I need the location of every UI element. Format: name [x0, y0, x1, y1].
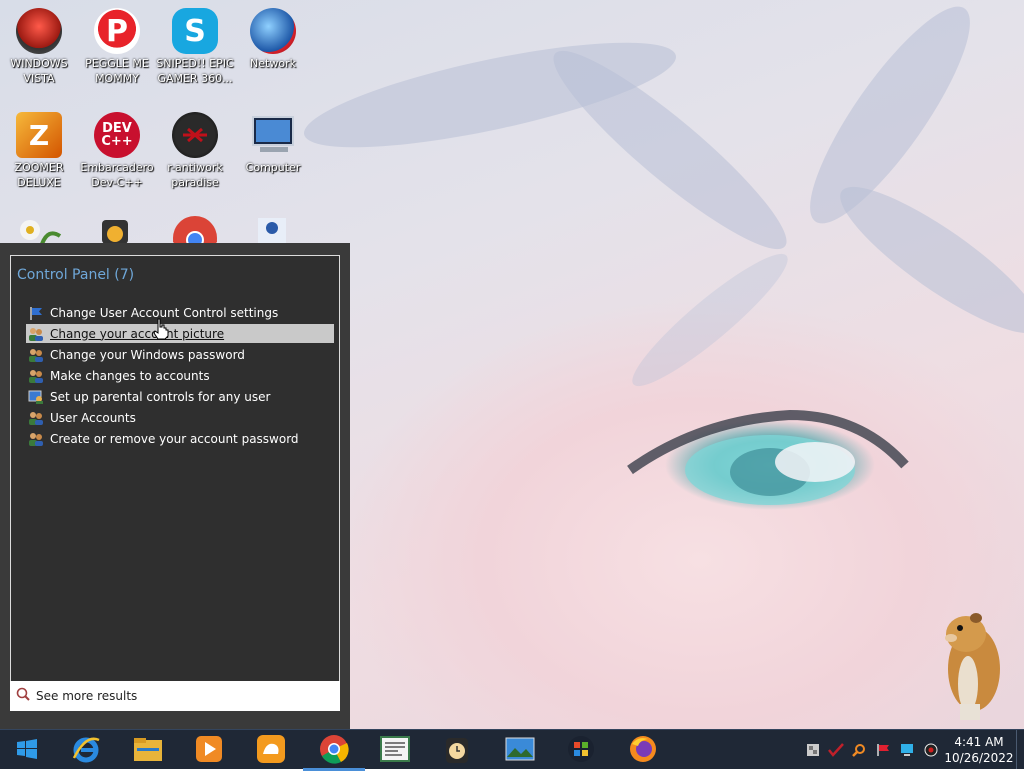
result-set-up-parental-controls[interactable]: Set up parental controls for any user	[26, 387, 334, 406]
firefox-icon	[628, 734, 658, 767]
taskbar-clock-app[interactable]	[440, 734, 474, 766]
flower-icon[interactable]	[14, 214, 64, 245]
media-player-icon	[195, 735, 223, 766]
see-more-results-link[interactable]: See more results	[10, 681, 340, 711]
result-label: Change your account picture	[50, 326, 225, 341]
clock-time: 4:41 AM	[954, 735, 1004, 749]
taskbar-internet-explorer[interactable]	[69, 734, 103, 766]
chrome-desktop-icon[interactable]	[170, 212, 220, 260]
parental-controls-icon	[28, 390, 44, 404]
user-shortcut-icon[interactable]	[252, 214, 292, 244]
result-label: Make changes to accounts	[50, 368, 210, 383]
users-icon	[28, 432, 44, 446]
desktop-icon-label: Network	[250, 57, 296, 70]
users-icon	[28, 327, 44, 341]
result-change-uac-settings[interactable]: Change User Account Control settings	[26, 303, 334, 322]
control-panel-group-header[interactable]: Control Panel (7)	[17, 267, 134, 283]
desktop-icon-devcpp[interactable]: DEV C++ Embarcadero Dev-C++	[78, 112, 156, 190]
desktop-icon-zoomer[interactable]: Z ZOOMER DELUXE	[0, 112, 78, 190]
see-more-label: See more results	[36, 689, 138, 703]
stopwatch-icon[interactable]	[98, 214, 134, 244]
clock-date: 10/26/2022	[944, 751, 1014, 765]
result-create-remove-account-password[interactable]: Create or remove your account password	[26, 429, 334, 448]
users-icon	[28, 411, 44, 425]
desktop-icon-sniped[interactable]: S SNIPED!! EPIC GAMER 360...	[156, 8, 234, 86]
vista-orb-icon	[16, 8, 62, 54]
result-make-changes-to-accounts[interactable]: Make changes to accounts	[26, 366, 334, 385]
desktop-icon-label: Computer	[245, 161, 301, 174]
tray-volume-icon[interactable]	[924, 743, 938, 757]
taskbar-firefox[interactable]	[626, 734, 660, 766]
network-globe-icon	[250, 8, 296, 54]
tray-checkmark-icon[interactable]	[828, 743, 844, 757]
taskbar: 4:41 AM 10/26/2022	[0, 729, 1024, 771]
result-label: User Accounts	[50, 410, 136, 425]
taskbar-document-viewer[interactable]	[378, 734, 412, 766]
desktop-icon-label: PEGGLE ME MOMMY	[85, 57, 149, 85]
result-change-account-picture[interactable]: Change your account picture	[26, 324, 334, 343]
taskbar-media-player[interactable]	[192, 734, 226, 766]
document-icon	[380, 735, 410, 765]
uac-flag-icon	[28, 306, 44, 320]
desktop-icon-label: Embarcadero Dev-C++	[80, 161, 154, 189]
tray-search-icon[interactable]	[852, 743, 866, 757]
zoomer-icon: Z	[16, 112, 62, 158]
clock-app-icon	[445, 734, 469, 767]
result-change-windows-password[interactable]: Change your Windows password	[26, 345, 334, 364]
chrome-icon	[319, 734, 349, 767]
taskbar-uc-browser[interactable]	[254, 734, 288, 766]
uc-browser-icon	[256, 734, 286, 767]
result-label: Change your Windows password	[50, 347, 245, 362]
search-results-list: Control Panel (7) Change User Account Co…	[10, 255, 340, 682]
start-button[interactable]	[10, 734, 44, 766]
photo-icon	[505, 737, 535, 764]
result-user-accounts[interactable]: User Accounts	[26, 408, 334, 427]
taskbar-windows-orb-app[interactable]	[564, 734, 598, 766]
desktop-icon-label: SNIPED!! EPIC GAMER 360...	[156, 57, 234, 85]
anime-eye	[627, 409, 909, 505]
desktop-icon-label: r-antiwork paradise	[167, 161, 223, 189]
users-icon	[28, 369, 44, 383]
desktop-icon-antiwork[interactable]: r-antiwork paradise	[156, 112, 234, 190]
desktop-icon-label: WINDOWS VISTA	[10, 57, 68, 85]
folder-icon	[133, 736, 163, 765]
desktop-icon-label: ZOOMER DELUXE	[14, 161, 64, 189]
result-label: Set up parental controls for any user	[50, 389, 271, 404]
desktop-icon-network[interactable]: Network	[234, 8, 312, 71]
start-search-panel: Control Panel (7) Change User Account Co…	[0, 243, 350, 730]
peggle-icon: P	[94, 8, 140, 54]
search-magnifier-icon	[16, 687, 30, 705]
users-icon	[28, 348, 44, 362]
taskbar-photo-viewer[interactable]	[503, 734, 537, 766]
hamster-mascot[interactable]	[936, 604, 1006, 724]
antiwork-icon	[172, 112, 218, 158]
hand-cursor-icon	[153, 318, 169, 340]
skype-icon: S	[172, 8, 218, 54]
windows-orb-icon	[567, 735, 595, 766]
devcpp-icon: DEV C++	[94, 112, 140, 158]
tray-flag-icon[interactable]	[876, 743, 890, 757]
result-label: Create or remove your account password	[50, 431, 299, 446]
ie-icon	[71, 734, 101, 767]
windows-logo-icon	[16, 738, 38, 763]
taskbar-chrome[interactable]	[303, 734, 365, 771]
taskbar-file-explorer[interactable]	[131, 734, 165, 766]
computer-icon	[250, 112, 296, 158]
show-desktop-button[interactable]	[1016, 730, 1024, 769]
tray-display-icon[interactable]	[900, 743, 914, 757]
tray-network-icon[interactable]	[806, 743, 820, 757]
desktop-icon-windows-vista[interactable]: WINDOWS VISTA	[0, 8, 78, 86]
desktop-icon-peggle[interactable]: P PEGGLE ME MOMMY	[78, 8, 156, 86]
taskbar-clock[interactable]: 4:41 AM 10/26/2022	[944, 734, 1014, 766]
desktop-icon-computer[interactable]: Computer	[234, 112, 312, 175]
